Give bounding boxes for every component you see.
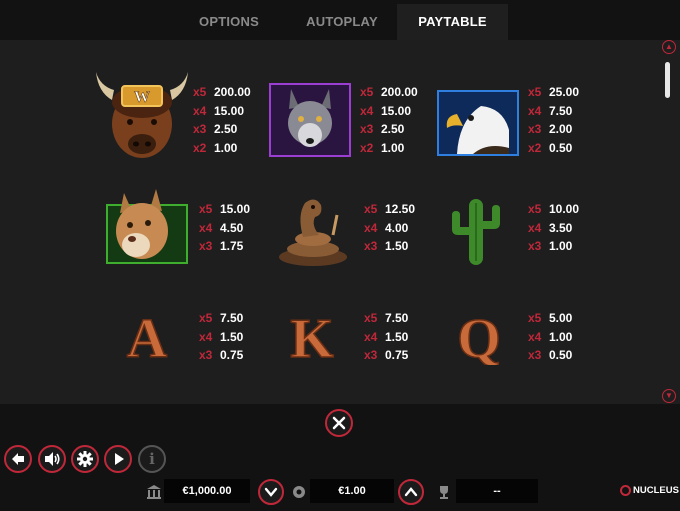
chevron-down-icon — [264, 487, 278, 497]
paytable-entry-eagle: x5 25.00 x4 7.50 x3 2.00 x2 0.50 — [528, 83, 579, 157]
settings-icon — [77, 451, 93, 467]
cougar-symbol — [106, 189, 188, 264]
pay-row: x3 2.50 — [193, 122, 238, 137]
letter-a-symbol: A — [126, 307, 169, 363]
tab-paytable[interactable]: PAYTABLE — [397, 4, 508, 40]
pay-row: x2 1.00 — [360, 140, 405, 155]
pay-row: x3 2.00 — [528, 122, 573, 137]
bet-display: €1.00 — [310, 479, 394, 503]
info-button[interactable]: i — [138, 445, 166, 473]
paytable-entry-snake: x5 12.50 x4 4.00 x3 1.50 — [364, 200, 415, 256]
sound-icon — [45, 452, 60, 466]
pay-row: x5 12.50 — [364, 202, 416, 216]
pay-row: x5 15.00 — [199, 202, 251, 216]
bet-decrease-button[interactable] — [258, 479, 284, 505]
play-button[interactable] — [104, 445, 132, 473]
cactus-symbol — [452, 199, 500, 265]
close-button[interactable] — [325, 409, 353, 437]
pay-row: x3 1.00 — [528, 239, 573, 254]
paytable-entry-k: x5 7.50 x4 1.50 x3 0.75 — [364, 309, 408, 365]
back-icon — [12, 453, 24, 465]
brand-mark-icon — [620, 485, 631, 496]
pay-row: x4 3.50 — [528, 220, 573, 235]
pay-row: x2 0.50 — [528, 140, 573, 155]
control-bar: i €1,000.00 €1.00 -- NUCLEUS — [0, 404, 680, 511]
pay-row: x3 0.75 — [364, 348, 409, 363]
wolf-symbol — [269, 83, 351, 157]
brand-logo: NUCLEUS — [620, 485, 679, 496]
pay-row: x5 7.50 — [199, 311, 244, 325]
pay-row: x4 15.00 — [360, 103, 412, 118]
pay-row: x3 1.50 — [364, 239, 409, 254]
paytable-entry-a: x5 7.50 x4 1.50 x3 0.75 — [199, 309, 243, 365]
play-icon — [115, 453, 124, 465]
pay-row: x4 15.00 — [193, 103, 245, 118]
paytable-entry-q: x5 5.00 x4 1.00 x3 0.50 — [528, 309, 572, 365]
pay-row: x3 0.75 — [199, 348, 244, 363]
coins-icon — [293, 486, 305, 498]
back-button[interactable] — [4, 445, 32, 473]
pay-row: x4 4.00 — [364, 220, 409, 235]
pay-row: x3 1.75 — [199, 239, 244, 254]
paytable-panel: ▲ ▼ W x5 200.00 x4 15.00 x3 2.50 x2 1.00 x5 2… — [0, 40, 680, 404]
pay-row: x5 5.00 — [528, 311, 573, 325]
pay-row: x3 0.50 — [528, 348, 573, 363]
snake-symbol — [279, 199, 347, 266]
letter-q-text: Q — [457, 308, 501, 365]
pay-row: x5 10.00 — [528, 202, 580, 216]
chevron-up-icon — [404, 487, 418, 497]
buffalo-wild-symbol: W — [96, 72, 188, 158]
close-icon — [332, 416, 346, 430]
eagle-symbol — [437, 90, 519, 156]
scrollbar-thumb[interactable] — [665, 62, 670, 98]
info-icon: i — [149, 450, 155, 468]
letter-q-symbol: Q — [456, 307, 501, 365]
paytable-entry-buffalo: x5 200.00 x4 15.00 x3 2.50 x2 1.00 — [193, 83, 251, 157]
sound-button[interactable] — [38, 445, 66, 473]
pay-row: x4 1.50 — [199, 329, 244, 344]
pay-row: x4 7.50 — [528, 103, 573, 118]
letter-k-text: K — [290, 308, 334, 363]
paytable-entry-cactus: x5 10.00 x4 3.50 x3 1.00 — [528, 200, 579, 256]
brand-name: NUCLEUS — [633, 485, 679, 496]
pay-row: x5 25.00 — [528, 85, 580, 99]
balance-display: €1,000.00 — [164, 479, 250, 503]
paytable-entry-wolf: x5 200.00 x4 15.00 x3 2.50 x2 1.00 — [360, 83, 418, 157]
pay-row: x5 200.00 — [193, 85, 251, 99]
tab-options[interactable]: OPTIONS — [171, 4, 287, 40]
wild-letter: W — [134, 89, 150, 106]
pay-row: x2 1.00 — [193, 140, 238, 155]
tab-autoplay[interactable]: AUTOPLAY — [287, 4, 397, 40]
scroll-down-button[interactable]: ▼ — [662, 389, 676, 403]
bet-increase-button[interactable] — [398, 479, 424, 505]
scroll-up-button[interactable]: ▲ — [662, 40, 676, 54]
letter-a-text: A — [127, 308, 168, 363]
pay-row: x5 7.50 — [364, 311, 409, 325]
paytable-entry-cougar: x5 15.00 x4 4.50 x3 1.75 — [199, 200, 250, 256]
pay-row: x4 4.50 — [199, 220, 244, 235]
pay-row: x4 1.50 — [364, 329, 409, 344]
letter-k-symbol: K — [289, 307, 335, 363]
pay-row: x4 1.00 — [528, 329, 573, 344]
trophy-icon — [440, 486, 448, 499]
tab-bar: OPTIONS AUTOPLAY PAYTABLE — [0, 0, 680, 40]
win-display: -- — [456, 479, 538, 503]
pay-row: x3 2.50 — [360, 122, 405, 137]
bank-icon — [147, 485, 161, 499]
settings-button[interactable] — [71, 445, 99, 473]
pay-row: x5 200.00 — [360, 85, 418, 99]
